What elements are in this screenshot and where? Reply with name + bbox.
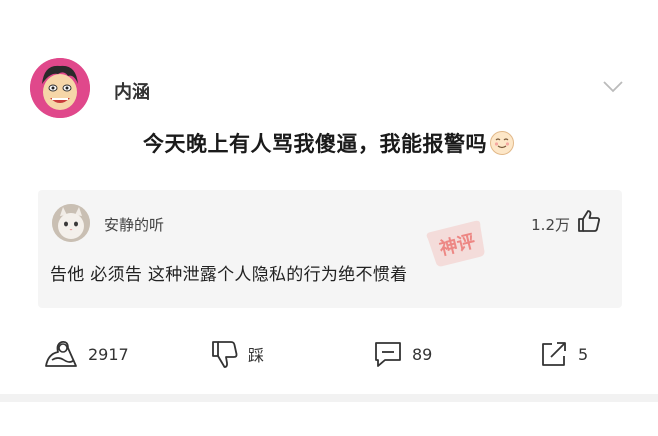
chevron-down-icon[interactable]	[602, 80, 624, 94]
author-avatar[interactable]	[30, 58, 90, 118]
author-name[interactable]: 内涵	[114, 78, 150, 104]
hot-comment-card[interactable]: 安静的听 1.2万 神评 告他 必须告 这种泄露个人隐私的行为绝不惯着	[38, 190, 622, 308]
forward-button[interactable]: 5	[538, 338, 588, 370]
action-bar: 2917 踩 89 5	[0, 332, 658, 376]
forward-icon	[542, 342, 566, 366]
thumbs-down-icon	[212, 341, 238, 368]
hot-comment-stamp: 神评	[420, 215, 495, 274]
share-button[interactable]: 2917	[42, 338, 129, 370]
post-title-text: 今天晚上有人骂我傻逼，我能报警吗	[143, 132, 487, 156]
dislike-label: 踩	[248, 346, 265, 365]
share-count: 2917	[88, 344, 129, 364]
share-icon	[45, 340, 77, 367]
post-header: 内涵	[24, 58, 634, 122]
comment-count: 89	[412, 344, 433, 364]
commenter-avatar[interactable]	[52, 204, 90, 242]
comment-like-count: 1.2万	[531, 216, 570, 234]
forward-count: 5	[578, 344, 589, 364]
smile-emoji-icon	[490, 131, 514, 155]
commenter-name[interactable]: 安静的听	[104, 214, 164, 235]
dislike-button[interactable]: 踩	[208, 338, 264, 370]
thumbs-up-icon[interactable]	[576, 208, 602, 234]
section-divider	[0, 394, 658, 402]
comment-text: 告他 必须告 这种泄露个人隐私的行为绝不惯着	[50, 265, 408, 285]
comment-icon	[375, 342, 401, 367]
post-title[interactable]: 今天晚上有人骂我傻逼，我能报警吗	[0, 128, 658, 158]
comment-button[interactable]: 89	[372, 338, 432, 370]
